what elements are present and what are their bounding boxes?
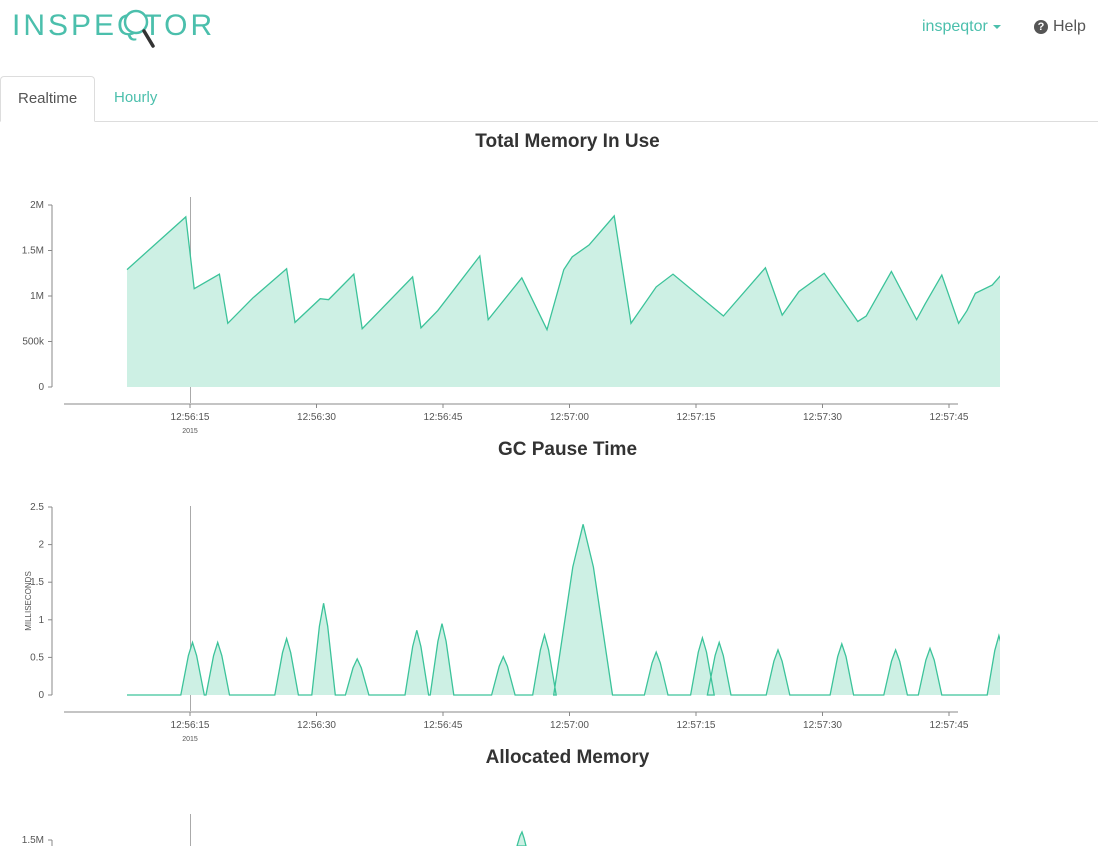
user-menu-dropdown[interactable]: inspeqtor <box>922 18 1001 36</box>
x-tick-label: 12:57:30 <box>803 412 842 423</box>
chart-title-total-memory: Total Memory In Use <box>475 131 660 152</box>
x-year-label: 2015 <box>182 736 198 743</box>
y-tick-label: 0.5 <box>30 652 44 663</box>
x-tick-label: 12:56:15 <box>171 412 210 423</box>
x-tick-label: 12:56:45 <box>424 720 463 731</box>
memory-area <box>127 215 1000 387</box>
logo-text: INSPEQTOR <box>12 9 215 42</box>
help-link[interactable]: ? Help <box>1034 18 1086 36</box>
chart-title-allocated-memory: Allocated Memory <box>485 747 650 768</box>
tab-realtime[interactable]: Realtime <box>0 76 95 122</box>
question-circle-icon: ? <box>1034 20 1048 34</box>
y-tick-label: 1M <box>30 291 44 302</box>
y-tick-label: 2M <box>30 200 44 211</box>
y-tick-label: 500k <box>22 337 45 348</box>
y-tick-label: 1.5M <box>22 246 44 257</box>
x-tick-label: 12:57:45 <box>930 412 969 423</box>
x-tick-label: 12:57:00 <box>550 720 589 731</box>
x-tick-label: 12:57:30 <box>803 720 842 731</box>
total-memory-chart: 0 500k 1M 1.5M 2M 12:56:15 12:56:30 12:56:45 12:… <box>22 197 1000 435</box>
x-tick-label: 12:56:45 <box>424 412 463 423</box>
y-tick-label: 0 <box>38 382 44 393</box>
app-header: INSPEQTOR inspeqtor ? Help <box>0 0 1098 60</box>
x-tick-label: 12:57:15 <box>677 720 716 731</box>
x-tick-label: 12:57:00 <box>550 412 589 423</box>
allocated-memory-peak <box>516 830 527 846</box>
user-menu-label: inspeqtor <box>922 18 988 35</box>
caret-down-icon <box>992 24 1001 29</box>
x-tick-label: 12:57:15 <box>677 412 716 423</box>
gc-pause-area <box>127 524 1000 695</box>
gc-pause-chart: 00.511.522.512:56:15 12:56:30 12:56:45 12:5… <box>24 502 1000 743</box>
allocated-memory-chart: 1.5M <box>22 814 527 846</box>
x-tick-label: 12:57:45 <box>930 720 969 731</box>
chart-title-gc-pause: GC Pause Time <box>497 439 638 460</box>
x-tick-label: 12:56:30 <box>297 720 336 731</box>
inspeqtor-logo[interactable]: INSPEQTOR <box>0 0 240 55</box>
y-tick-label: 1 <box>38 615 44 626</box>
x-year-label: 2015 <box>182 428 198 435</box>
y-tick-label: 2 <box>38 540 44 551</box>
tab-bar: Realtime Hourly <box>0 76 1098 122</box>
y-tick-label: 2.5 <box>30 502 44 513</box>
y-tick-label: 1.5M <box>22 835 44 846</box>
x-tick-label: 12:56:30 <box>297 412 336 423</box>
help-label: Help <box>1053 18 1086 35</box>
tab-hourly[interactable]: Hourly <box>97 76 174 120</box>
y-axis-title: MILLISECONDS <box>24 571 33 631</box>
x-tick-label: 12:56:15 <box>171 720 210 731</box>
y-tick-label: 0 <box>38 690 44 701</box>
